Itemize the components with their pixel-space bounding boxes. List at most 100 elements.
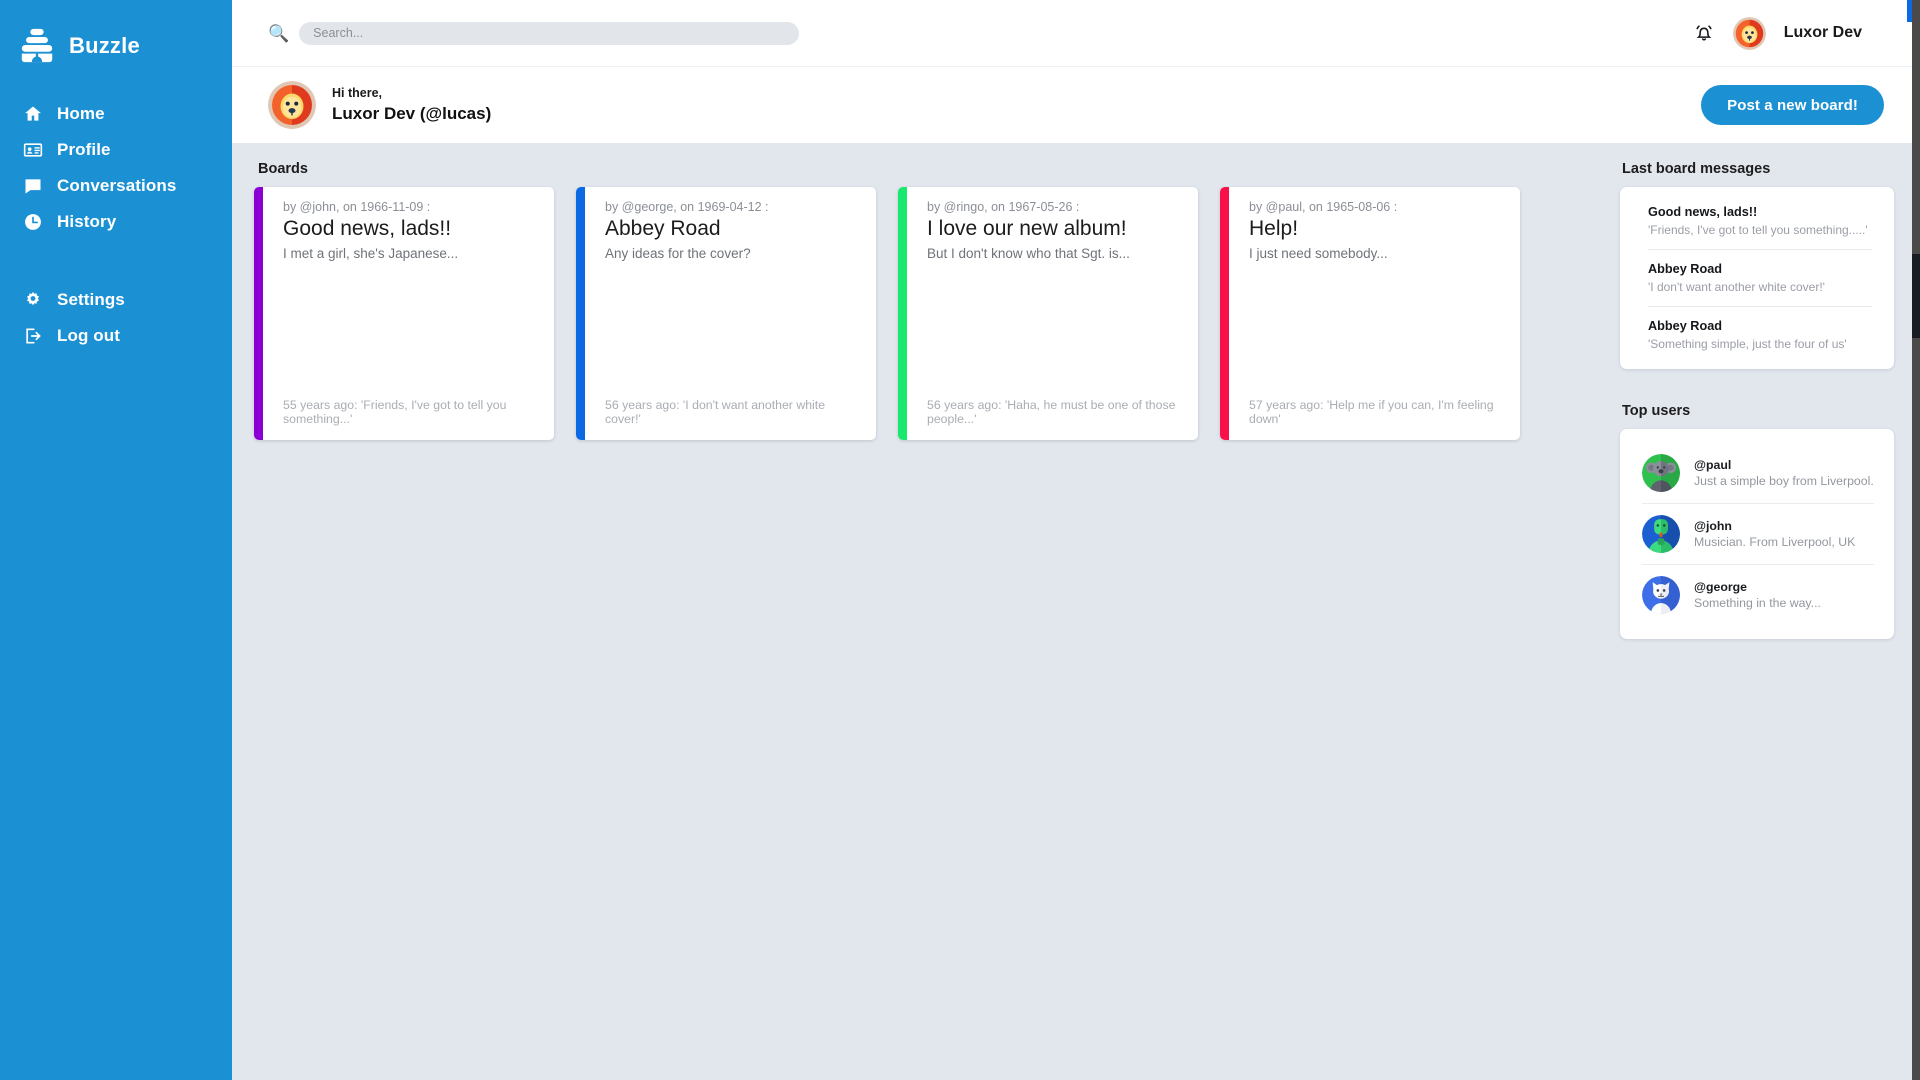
post-new-board-button[interactable]: Post a new board! bbox=[1701, 85, 1884, 125]
board-title: Abbey Road bbox=[605, 217, 721, 240]
message-text: 'Friends, I've got to tell you something… bbox=[1648, 223, 1868, 237]
sidebar-item-conversations[interactable]: Conversations bbox=[0, 168, 232, 204]
search-area: 🔍 bbox=[268, 21, 800, 45]
list-item[interactable]: Abbey Road 'I don't want another white c… bbox=[1648, 250, 1872, 307]
sidebar-item-home[interactable]: Home bbox=[0, 96, 232, 132]
board-accent-bar bbox=[254, 187, 263, 440]
greeting-band: Hi there, Luxor Dev (@lucas) Post a new … bbox=[232, 66, 1920, 143]
hive-logo-icon bbox=[18, 27, 56, 65]
list-item[interactable]: Abbey Road 'Something simple, just the f… bbox=[1648, 307, 1872, 363]
sidebar-item-label: Log out bbox=[57, 326, 121, 345]
user-info: @paul Just a simple boy from Liverpool. bbox=[1694, 458, 1874, 488]
sidebar-item-history[interactable]: History bbox=[0, 204, 232, 240]
greeting-text: Hi there, Luxor Dev (@lucas) bbox=[332, 86, 491, 124]
list-item[interactable]: @paul Just a simple boy from Liverpool. bbox=[1642, 443, 1874, 504]
board-accent-bar bbox=[576, 187, 585, 440]
message-text: 'I don't want another white cover!' bbox=[1648, 280, 1825, 294]
board-meta: by @george, on 1969-04-12 : bbox=[605, 200, 769, 214]
sidebar-item-label: Profile bbox=[57, 140, 111, 159]
board-card[interactable]: by @ringo, on 1967-05-26 : I love our ne… bbox=[898, 187, 1198, 440]
user-handle: @george bbox=[1694, 580, 1747, 594]
lion-avatar bbox=[268, 81, 316, 129]
brand[interactable]: Buzzle bbox=[0, 14, 232, 70]
chat-bubble-icon bbox=[22, 176, 43, 197]
board-excerpt: I just need somebody... bbox=[1249, 246, 1388, 262]
gear-icon bbox=[22, 290, 43, 311]
user-info: @george Something in the way... bbox=[1694, 580, 1821, 610]
board-body: by @ringo, on 1967-05-26 : I love our ne… bbox=[907, 187, 1198, 440]
panel-spacer bbox=[1620, 369, 1894, 403]
avatar[interactable] bbox=[1732, 16, 1766, 50]
top-users-heading: Top users bbox=[1622, 403, 1691, 419]
boards-column: Boards by @john, on 1966-11-09 : Good ne… bbox=[232, 161, 1620, 1079]
frog-avatar bbox=[1642, 515, 1680, 553]
board-card[interactable]: by @john, on 1966-11-09 : Good news, lad… bbox=[254, 187, 554, 440]
board-title: I love our new album! bbox=[927, 217, 1127, 240]
sidebar-nav: Home Profile Conversations History Setti… bbox=[0, 96, 232, 354]
user-handle: @paul bbox=[1694, 458, 1732, 472]
list-item[interactable]: @john Musician. From Liverpool, UK bbox=[1642, 504, 1874, 565]
board-card[interactable]: by @paul, on 1965-08-06 : Help! I just n… bbox=[1220, 187, 1520, 440]
board-body: by @paul, on 1965-08-06 : Help! I just n… bbox=[1229, 187, 1520, 440]
sidebar-item-label: Home bbox=[57, 104, 105, 123]
sidebar-item-settings[interactable]: Settings bbox=[0, 282, 232, 318]
boards-heading: Boards bbox=[258, 161, 308, 177]
page-scrollbar-thumb[interactable] bbox=[1912, 254, 1920, 338]
right-column: Last board messages Good news, lads!! 'F… bbox=[1620, 161, 1920, 1079]
top-users-panel: @paul Just a simple boy from Liverpool. bbox=[1620, 429, 1894, 639]
board-last-message: 57 years ago: 'Help me if you can, I'm f… bbox=[1249, 398, 1494, 426]
board-meta: by @ringo, on 1967-05-26 : bbox=[927, 200, 1080, 214]
board-title: Good news, lads!! bbox=[283, 217, 452, 240]
brand-name: Buzzle bbox=[69, 33, 140, 58]
message-title: Good news, lads!! bbox=[1648, 205, 1758, 219]
user-info: @john Musician. From Liverpool, UK bbox=[1694, 519, 1855, 549]
topbar: 🔍 Search... Luxor Dev bbox=[232, 0, 1920, 66]
last-board-messages-heading: Last board messages bbox=[1622, 161, 1771, 177]
user-bio: Just a simple boy from Liverpool. bbox=[1694, 474, 1874, 488]
board-body: by @george, on 1969-04-12 : Abbey Road A… bbox=[585, 187, 876, 440]
sidebar: Buzzle Home Profile Conversations Histor… bbox=[0, 0, 232, 1080]
search-icon[interactable]: 🔍 bbox=[268, 25, 289, 42]
greeting-hi: Hi there, bbox=[332, 86, 383, 101]
search-input[interactable] bbox=[299, 21, 800, 45]
cat-avatar bbox=[1642, 576, 1680, 614]
home-icon bbox=[22, 104, 43, 125]
clock-icon bbox=[22, 212, 43, 233]
sidebar-item-label: Conversations bbox=[57, 176, 177, 195]
sidebar-item-profile[interactable]: Profile bbox=[0, 132, 232, 168]
board-last-message: 55 years ago: 'Friends, I've got to tell… bbox=[283, 398, 507, 426]
board-body: by @john, on 1966-11-09 : Good news, lad… bbox=[263, 187, 554, 440]
topbar-right: Luxor Dev bbox=[1693, 16, 1898, 50]
last-board-messages-panel: Good news, lads!! 'Friends, I've got to … bbox=[1620, 187, 1894, 369]
board-accent-bar bbox=[1220, 187, 1229, 440]
board-meta: by @john, on 1966-11-09 : bbox=[283, 200, 431, 214]
board-excerpt: But I don't know who that Sgt. is... bbox=[927, 246, 1130, 262]
bell-icon[interactable] bbox=[1693, 22, 1715, 44]
board-card[interactable]: by @george, on 1969-04-12 : Abbey Road A… bbox=[576, 187, 876, 440]
sidebar-item-logout[interactable]: Log out bbox=[0, 318, 232, 354]
nav-separator bbox=[0, 240, 232, 282]
user-bio: Musician. From Liverpool, UK bbox=[1694, 535, 1856, 549]
koala-avatar bbox=[1642, 454, 1680, 492]
board-last-message: 56 years ago: 'Haha, he must be one of t… bbox=[927, 398, 1176, 426]
sidebar-item-label: History bbox=[57, 212, 117, 231]
list-item[interactable]: @george Something in the way... bbox=[1642, 565, 1874, 625]
message-text: 'Something simple, just the four of us' bbox=[1648, 337, 1847, 351]
list-item[interactable]: Good news, lads!! 'Friends, I've got to … bbox=[1648, 193, 1872, 250]
message-title: Abbey Road bbox=[1648, 262, 1723, 276]
id-card-icon bbox=[22, 140, 43, 161]
sidebar-item-label: Settings bbox=[57, 290, 125, 309]
board-excerpt: I met a girl, she's Japanese... bbox=[283, 246, 459, 262]
logout-icon bbox=[22, 326, 43, 347]
scroll-top-marker bbox=[1907, 0, 1912, 22]
topbar-username: Luxor Dev bbox=[1783, 24, 1862, 41]
board-last-message: 56 years ago: 'I don't want another whit… bbox=[605, 398, 826, 426]
greeting-left: Hi there, Luxor Dev (@lucas) bbox=[268, 81, 491, 129]
board-title: Help! bbox=[1249, 217, 1299, 240]
content-area: Boards by @john, on 1966-11-09 : Good ne… bbox=[232, 143, 1920, 1079]
page-scrollbar-track[interactable] bbox=[1912, 0, 1920, 1080]
message-title: Abbey Road bbox=[1648, 319, 1723, 333]
main-area: 🔍 Search... Luxor Dev Hi there, Luxor De… bbox=[232, 0, 1920, 1080]
greeting-name: Luxor Dev (@lucas) bbox=[332, 103, 492, 123]
board-excerpt: Any ideas for the cover? bbox=[605, 246, 751, 262]
